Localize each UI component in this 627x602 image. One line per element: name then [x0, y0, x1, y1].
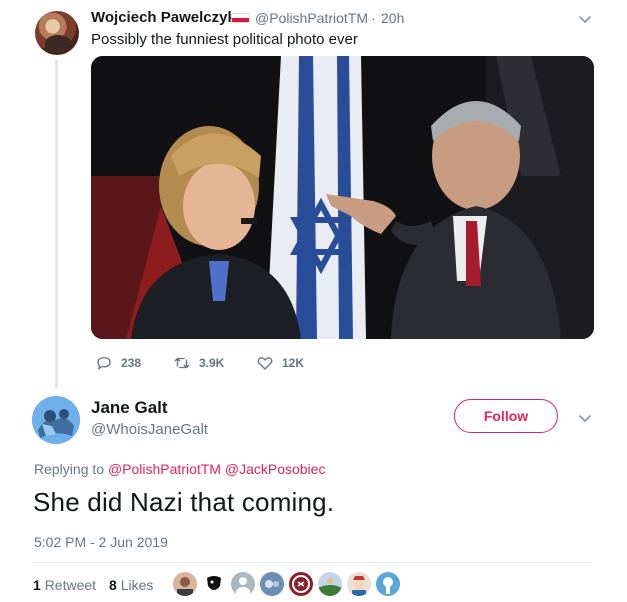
- reply-action[interactable]: 238: [95, 354, 141, 372]
- liker-avatar[interactable]: [376, 572, 400, 596]
- retweet-stat-label: Retweet: [44, 577, 97, 593]
- thread-connector-line: [55, 60, 58, 388]
- liker-avatar[interactable]: [231, 572, 255, 596]
- replying-to-label: Replying to: [34, 461, 105, 477]
- divider: [32, 562, 592, 563]
- tweet-timestamp[interactable]: 5:02 PM - 2 Jun 2019: [34, 534, 168, 550]
- photo-illustration: [91, 56, 594, 339]
- mention-link[interactable]: @PolishPatriotTM: [108, 461, 221, 477]
- heart-icon: [257, 357, 273, 370]
- retweet-count: 3.9K: [199, 356, 225, 370]
- author-name[interactable]: Jane Galt: [91, 398, 168, 418]
- parent-author-avatar[interactable]: [35, 11, 79, 55]
- author-handle[interactable]: @WhoisJaneGalt: [91, 421, 208, 438]
- reply-count: 238: [121, 356, 142, 370]
- replying-to: Replying to @PolishPatriotTM @JackPosobi…: [34, 461, 325, 477]
- separator-dot: ·: [371, 10, 376, 26]
- liker-avatar[interactable]: [202, 572, 226, 596]
- liker-avatar[interactable]: [260, 572, 284, 596]
- like-count: 12K: [282, 356, 305, 370]
- chevron-down-icon[interactable]: [577, 410, 593, 426]
- retweet-stat[interactable]: 1 Retweet: [33, 577, 96, 593]
- liker-avatars: [173, 572, 400, 596]
- liker-avatar[interactable]: [347, 572, 371, 596]
- mention-link[interactable]: @JackPosobiec: [225, 461, 326, 477]
- avatar-illustration: [32, 396, 80, 444]
- retweet-icon: [174, 357, 190, 369]
- chevron-down-icon[interactable]: [577, 11, 593, 27]
- author-avatar[interactable]: [32, 396, 80, 444]
- retweet-action[interactable]: 3.9K: [173, 354, 224, 372]
- tweet-photo[interactable]: [91, 56, 594, 339]
- parent-author-handle[interactable]: @PolishPatriotTM: [255, 10, 368, 26]
- like-action[interactable]: 12K: [256, 354, 304, 372]
- parent-tweet-time[interactable]: 20h: [381, 10, 404, 26]
- poland-flag-icon: [231, 13, 250, 23]
- tweet-text: She did Nazi that coming.: [33, 487, 335, 517]
- follow-button[interactable]: Follow: [454, 399, 558, 433]
- parent-author-name[interactable]: Wojciech Pawelczyk: [91, 9, 236, 26]
- liker-avatar[interactable]: [173, 572, 197, 596]
- retweet-stat-count: 1: [33, 577, 41, 593]
- liker-avatar[interactable]: [318, 572, 342, 596]
- like-stat-label: Likes: [120, 577, 154, 593]
- reply-icon: [97, 357, 111, 370]
- like-stat-count: 8: [109, 577, 117, 593]
- parent-tweet-text: Possibly the funniest political photo ev…: [91, 31, 358, 48]
- engagement-stats: 1 Retweet 8 Likes: [33, 577, 153, 593]
- like-stat[interactable]: 8 Likes: [109, 577, 153, 593]
- liker-avatar[interactable]: [289, 572, 313, 596]
